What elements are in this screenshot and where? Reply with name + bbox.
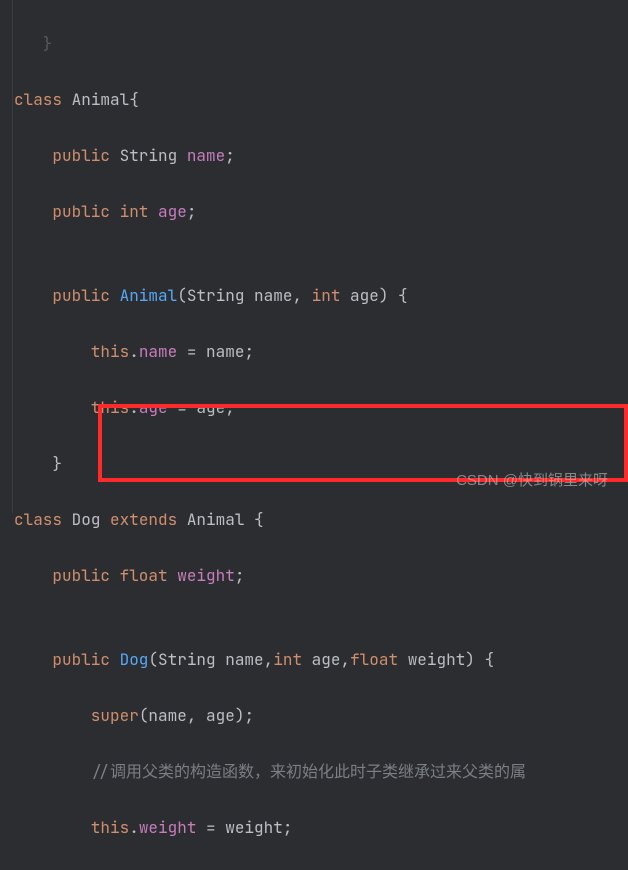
semi: ; [235,565,245,586]
field-name: name [187,145,225,166]
type-float: float [350,649,408,670]
dot: . [129,817,139,838]
type-int: int [273,649,311,670]
kw-public: public [14,649,120,670]
semi: ; [187,201,197,222]
ctor-dog: Dog [120,649,149,670]
cls-dog: Dog [62,509,110,530]
dot: . [129,397,139,418]
param-name: name [225,649,263,670]
gutter [0,0,13,513]
param-age: age [350,285,379,306]
param-weight: weight [408,649,466,670]
param-age: age [312,649,341,670]
paren-close: ) { [379,285,408,306]
line-0: } [14,33,52,54]
semi: ; [283,817,293,838]
kw-class: class [14,89,62,110]
kw-super: super [14,705,139,726]
paren: ( [139,705,149,726]
field-age: age [158,201,187,222]
eq: = [168,397,197,418]
brace: { [129,89,139,110]
dot: . [129,341,139,362]
var-age: age [196,397,225,418]
comma: , [340,649,350,670]
var-weight: weight [225,817,283,838]
semi: ; [225,397,235,418]
kw-this: this [14,397,129,418]
brace-close: } [14,453,62,474]
code-block: } class Animal{ public String name; publ… [14,2,526,870]
param-name: name [254,285,292,306]
kw-this: this [14,817,129,838]
paren: ( [148,649,158,670]
paren-close: ) { [465,649,494,670]
kw-public: public [14,201,120,222]
ctor-animal: Animal [120,285,178,306]
cls-animal: Animal { [177,509,263,530]
kw-this: this [14,341,129,362]
arg-name: name [148,705,186,726]
cls-animal: Animal [62,89,129,110]
kw-extends: extends [110,509,177,530]
comma: , [187,705,206,726]
field-name: name [139,341,177,362]
field-weight: weight [139,817,197,838]
comma: , [292,285,311,306]
var-name: name [206,341,244,362]
field-weight: weight [177,565,235,586]
type-string: String [158,649,225,670]
paren-close: ); [235,705,254,726]
type-int: int [312,285,350,306]
kw-public: public [14,565,120,586]
eq: = [196,817,225,838]
kw-public: public [14,285,120,306]
kw-public: public [14,145,120,166]
comment-line: //调用父类的构造函数，来初始化此时子类继承过来父类的属 [14,761,526,782]
type-int: int [120,201,158,222]
field-age: age [139,397,168,418]
eq: = [177,341,206,362]
paren: ( [177,285,187,306]
semi: ; [225,145,235,166]
type-float: float [120,565,178,586]
kw-class: class [14,509,62,530]
type-string: String [120,145,187,166]
comma: , [264,649,274,670]
arg-age: age [206,705,235,726]
type-string: String [187,285,254,306]
semi: ; [244,341,254,362]
